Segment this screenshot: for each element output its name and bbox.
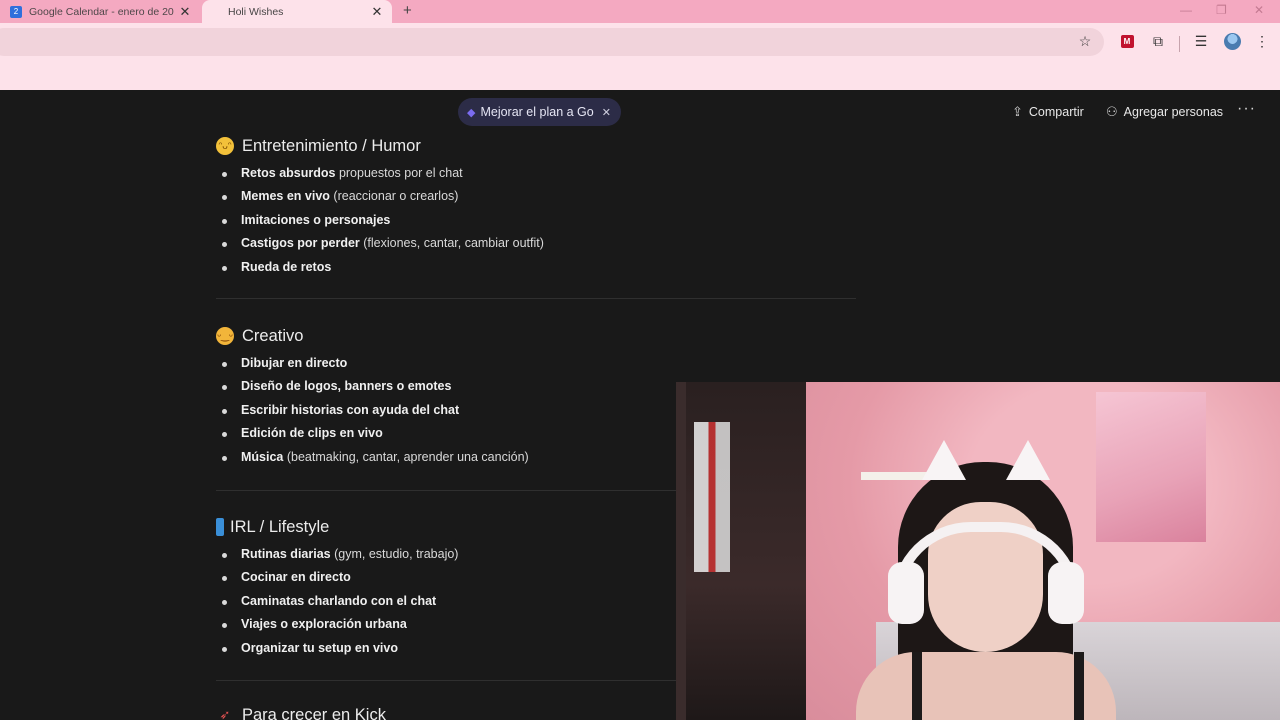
upgrade-plan-banner[interactable]: ◆ Mejorar el plan a Go ✕ (458, 98, 621, 126)
browser-toolbar: ☆ M ⧉ ☰ ⋮ (0, 23, 1280, 59)
item-bold-text: Dibujar en directo (241, 356, 348, 370)
google-calendar-icon: 2 (10, 5, 22, 18)
webcam-overlay (676, 382, 1280, 720)
close-icon[interactable]: ✕ (602, 106, 611, 119)
share-button[interactable]: ⇪ Compartir (1012, 104, 1084, 120)
list-item[interactable]: Memes en vivo (reaccionar o crearlos) (216, 185, 856, 208)
rocket-icon: ➶ (219, 707, 231, 720)
divider (216, 298, 856, 299)
item-bold-text: Retos absurdos (241, 166, 336, 180)
media-control-icon[interactable]: ☰ (1190, 30, 1212, 52)
toolbar-divider (1179, 36, 1180, 52)
share-icon: ⇪ (1012, 104, 1023, 119)
page-topbar: ◆ Mejorar el plan a Go ✕ ⇪ Compartir ⚇ A… (0, 90, 1280, 134)
restore-window-icon[interactable]: ❐ (1216, 0, 1227, 23)
address-bar[interactable] (0, 28, 1104, 56)
item-bold-text: Imitaciones o personajes (241, 212, 391, 227)
item-bold-text: Cocinar en directo (241, 570, 351, 585)
list-item[interactable]: Castigos por perder (flexiones, cantar, … (216, 232, 856, 255)
item-bold-text: Rueda de retos (241, 259, 332, 274)
new-tab-button[interactable]: + (403, 0, 412, 23)
close-window-icon[interactable]: ✕ (1254, 0, 1264, 23)
webcam-poster (1096, 392, 1206, 542)
item-bold-text: Diseño de logos, banners o emotes (241, 379, 452, 394)
item-bold-text: Edición de clips en vivo (241, 426, 383, 441)
close-tab-icon[interactable]: ✕ (368, 4, 386, 20)
cat-ear-headset-right (1006, 440, 1050, 480)
webcam-strap (912, 652, 922, 720)
item-bold-text: Música (241, 449, 284, 464)
item-bold-text: Castigos por perder (241, 236, 360, 251)
tab-holi-wishes[interactable]: Holi Wishes ✕ (202, 0, 392, 23)
item-bold-text: Viajes o exploración urbana (241, 617, 407, 632)
item-bold-text: Memes en vivo (241, 189, 330, 204)
cat-ear-headset-left (922, 440, 966, 480)
list-item[interactable]: Dibujar en directo (216, 352, 856, 375)
list-item[interactable]: Retos absurdos propuestos por el chat (216, 162, 856, 185)
item-bold-text: Organizar tu setup en vivo (241, 640, 398, 655)
bookmark-star-icon[interactable]: ☆ (1074, 30, 1096, 52)
browser-tab-strip: 2 Google Calendar - enero de 20 ✕ Holi W… (0, 0, 1280, 23)
add-person-icon: ⚇ (1106, 104, 1118, 119)
upgrade-plan-label: Mejorar el plan a Go (480, 105, 594, 119)
tab-title: Holi Wishes (228, 5, 284, 18)
list-item[interactable]: Imitaciones o personajes (216, 209, 856, 232)
avatar[interactable] (1221, 30, 1243, 52)
item-text: propuestos por el chat (335, 166, 463, 180)
headphone-earcup-right (1048, 562, 1084, 624)
close-tab-icon[interactable]: ✕ (176, 4, 194, 20)
section-title: Creativo (242, 326, 304, 345)
more-options-icon[interactable]: ··· (1237, 100, 1256, 118)
laughing-face-icon: ᵔᴗᵔ (216, 137, 234, 155)
item-bold-text: Rutinas diarias (241, 547, 331, 561)
extension-icon[interactable]: M (1116, 30, 1138, 52)
item-bold-text: Caminatas charlando con el chat (241, 593, 437, 608)
browser-menu-icon[interactable]: ⋮ (1251, 30, 1273, 52)
item-text: (beatmaking, cantar, aprender una canció… (283, 449, 529, 464)
headphone-earcup-left (888, 562, 924, 624)
webcam-strap (1074, 652, 1084, 720)
minimize-window-icon[interactable]: — (1180, 0, 1192, 23)
add-people-button[interactable]: ⚇ Agregar personas (1106, 104, 1223, 120)
share-label: Compartir (1028, 105, 1084, 119)
bookmarks-bar (0, 59, 1280, 91)
tab-title: Google Calendar - enero de 20 (29, 5, 174, 18)
tab-google-calendar[interactable]: 2 Google Calendar - enero de 20 ✕ (0, 0, 200, 23)
section-title: IRL / Lifestyle (230, 517, 330, 536)
creative-face-icon: ᵕ‿ᵕ (216, 327, 234, 345)
bullet-list: Retos absurdos propuestos por el chat Me… (216, 162, 856, 279)
section-entretenimiento: ᵔᴗᵔ Entretenimiento / Humor Retos absurd… (216, 135, 856, 279)
item-text: (flexiones, cantar, cambiar outfit) (359, 236, 544, 251)
add-people-label: Agregar personas (1123, 105, 1224, 119)
section-title: Entretenimiento / Humor (242, 136, 421, 155)
item-text: (reaccionar o crearlos) (329, 189, 459, 204)
section-heading[interactable]: ᵕ‿ᵕ Creativo (216, 325, 856, 347)
diamond-icon: ◆ (467, 106, 476, 119)
phone-icon (216, 518, 224, 536)
item-text: (gym, estudio, trabajo) (330, 547, 459, 561)
webcam-clothes (694, 422, 730, 572)
list-item[interactable]: Rueda de retos (216, 256, 856, 279)
section-heading[interactable]: ᵔᴗᵔ Entretenimiento / Humor (216, 135, 856, 157)
extensions-puzzle-icon[interactable]: ⧉ (1147, 30, 1169, 52)
section-title: Para crecer en Kick (242, 705, 386, 720)
item-bold-text: Escribir historias con ayuda del chat (241, 402, 460, 417)
